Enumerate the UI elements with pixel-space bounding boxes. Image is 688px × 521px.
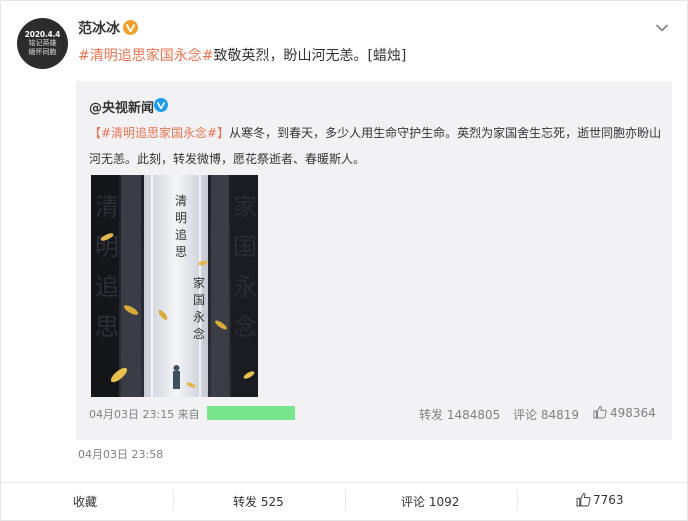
action-divider <box>1 482 688 483</box>
repost-comments[interactable]: 评论 84819 <box>513 406 579 423</box>
avatar-line3: 缅怀同胞 <box>28 48 57 56</box>
thumbs-up-icon[interactable] <box>593 405 607 419</box>
svg-text:念: 念 <box>233 313 257 341</box>
svg-text:追: 追 <box>95 273 119 301</box>
redacted-source <box>207 406 295 420</box>
topic-link[interactable]: #清明追思家国永念# <box>78 48 213 64</box>
svg-text:思: 思 <box>95 313 119 341</box>
favorite-button[interactable]: 收藏 <box>73 493 97 510</box>
post-text: #清明追思家国永念#致敬英烈，盼山河无恙。[蜡烛] <box>78 45 406 65</box>
poster-title-2: 家国永念 <box>193 276 206 341</box>
svg-text:永: 永 <box>233 273 257 301</box>
repost-text: 【#清明追思家国永念#】从寒冬，到春天，多少人用生命守护生命。英烈为家国舍生忘死… <box>89 120 664 172</box>
repost-reposts[interactable]: 转发 1484805 <box>419 406 500 423</box>
avatar[interactable]: 2020.4.4 铭记英雄 缅怀同胞 <box>17 18 68 69</box>
chevron-down-icon[interactable] <box>655 23 669 33</box>
comment-button[interactable]: 评论 1092 <box>401 493 459 510</box>
thumbs-up-icon[interactable] <box>576 492 591 507</box>
post-time[interactable]: 04月03日 23:58 <box>78 446 163 462</box>
action-separator <box>173 490 174 510</box>
action-separator <box>517 490 518 510</box>
repost-username[interactable]: @央视新闻 <box>89 97 154 116</box>
like-button[interactable]: 7763 <box>593 493 624 507</box>
svg-text:国: 国 <box>233 233 257 261</box>
avatar-line2: 铭记英雄 <box>28 39 57 47</box>
repost-likes[interactable]: 498364 <box>610 406 656 420</box>
poster-image[interactable]: 清 明 追 思 家 国 永 念 清明追思 家国永念 <box>91 175 258 397</box>
poster-title-1: 清明追思 <box>175 194 188 259</box>
repost-time-source: 04月03日 23:15 来自 <box>89 408 200 421</box>
verified-blue-icon <box>154 98 168 112</box>
avatar-date: 2020.4.4 <box>24 30 61 39</box>
weibo-card: 2020.4.4 铭记英雄 缅怀同胞 范冰冰 #清明追思家国永念#致敬英烈，盼山… <box>0 0 688 521</box>
username[interactable]: 范冰冰 <box>78 18 120 38</box>
repost-button[interactable]: 转发 525 <box>233 493 284 510</box>
verified-orange-icon <box>123 20 138 35</box>
action-separator <box>345 490 346 510</box>
svg-text:清: 清 <box>95 193 119 221</box>
post-body: 致敬英烈，盼山河无恙。[蜡烛] <box>213 48 407 64</box>
repost-topic-link[interactable]: 【#清明追思家国永念#】 <box>89 126 229 140</box>
svg-text:家: 家 <box>233 193 257 221</box>
